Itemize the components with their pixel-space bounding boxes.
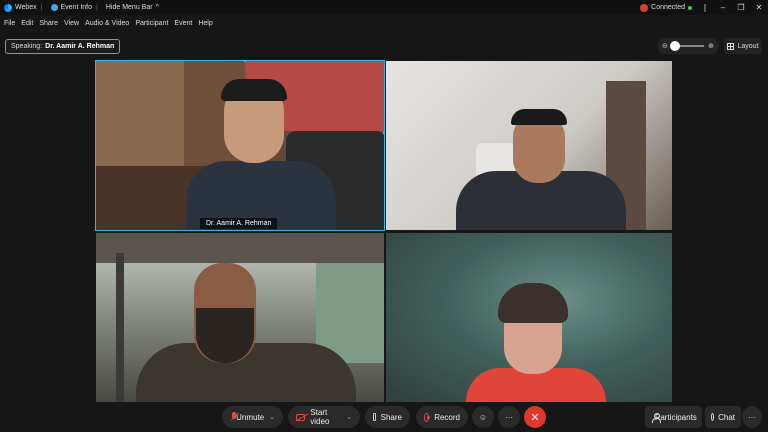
video-zoom-control: ⊖ ⊕ <box>657 38 719 54</box>
speaking-name: Dr. Aamir A. Rehman <box>45 43 115 50</box>
participant-hair <box>511 109 567 125</box>
window-blind <box>96 233 384 263</box>
app-name: Webex <box>15 4 37 11</box>
reactions-button[interactable]: ☺ <box>472 406 494 428</box>
more-panels-button[interactable]: ··· <box>742 406 762 428</box>
zoom-slider[interactable] <box>669 41 705 51</box>
title-bar: Webex | Event Info | Hide Menu Bar ^ Con… <box>0 0 768 15</box>
video-tile-active-speaker[interactable]: Dr. Aamir A. Rehman <box>95 60 385 231</box>
event-info-label: Event Info <box>60 4 93 11</box>
hide-menu-bar-label: Hide Menu Bar <box>105 4 153 11</box>
menu-share[interactable]: Share <box>39 20 58 27</box>
menu-file[interactable]: File <box>4 20 15 27</box>
more-options-label: ··· <box>505 412 513 422</box>
speaker-hair <box>221 79 287 101</box>
start-video-button[interactable]: Start video ⌄ <box>288 406 360 428</box>
menu-event[interactable]: Event <box>174 20 192 27</box>
window-frame <box>116 253 124 402</box>
connected-dot-icon <box>688 5 692 10</box>
start-video-label: Start video <box>310 408 330 426</box>
menu-bar: File Edit Share View Audio & Video Parti… <box>0 16 215 30</box>
window-controls: Connected ❘ – ❐ ✕ <box>640 0 764 15</box>
chat-button[interactable]: Chat <box>705 406 741 428</box>
menu-view[interactable]: View <box>64 20 79 27</box>
close-window-icon[interactable]: ✕ <box>754 3 764 12</box>
minimize-icon[interactable]: – <box>718 3 728 12</box>
speaking-label: Speaking: <box>11 43 43 50</box>
share-button[interactable]: Share <box>365 406 410 428</box>
webex-logo-icon <box>4 3 12 12</box>
record-icon <box>424 412 431 422</box>
participant-hair <box>498 283 568 323</box>
title-separator: | <box>40 4 43 11</box>
unmute-button[interactable]: Unmute ⌄ <box>222 406 283 428</box>
recording-indicator-icon <box>640 3 649 12</box>
record-label: Record <box>434 412 460 422</box>
video-name-tag: Dr. Aamir A. Rehman <box>200 218 278 229</box>
chat-icon <box>711 413 715 421</box>
info-icon <box>50 4 58 11</box>
info-divider-icon: ❘ <box>701 3 709 12</box>
zoom-slider-handle[interactable] <box>669 41 680 51</box>
speaking-indicator: Speaking: Dr. Aamir A. Rehman <box>5 39 121 54</box>
connection-status[interactable]: Connected <box>640 3 692 12</box>
video-tile-participant-2[interactable] <box>386 61 672 230</box>
chevron-up-icon: ^ <box>155 4 159 11</box>
chevron-down-icon[interactable]: ⌄ <box>269 413 275 421</box>
close-icon: ✕ <box>530 411 540 424</box>
grid-layout-icon <box>727 42 735 50</box>
hide-menu-bar-button[interactable]: Hide Menu Bar ^ <box>106 4 159 11</box>
restore-icon[interactable]: ❐ <box>736 3 746 12</box>
participants-button[interactable]: Participants <box>645 406 702 428</box>
leave-meeting-button[interactable]: ✕ <box>524 406 546 428</box>
layout-button[interactable]: Layout <box>724 38 762 54</box>
more-panels-label: ··· <box>748 412 756 422</box>
chevron-down-icon[interactable]: ⌄ <box>346 413 352 421</box>
share-label: Share <box>380 412 402 422</box>
title-separator: | <box>96 4 98 11</box>
video-tile-participant-3[interactable] <box>96 233 384 402</box>
zoom-out-icon[interactable]: ⊖ <box>662 42 668 50</box>
microphone-muted-icon <box>230 412 237 422</box>
layout-label: Layout <box>737 42 759 50</box>
emoji-reaction-icon: ☺ <box>478 412 488 422</box>
app-brand: Webex <box>4 3 37 12</box>
camera-off-icon <box>296 413 306 421</box>
share-screen-icon <box>373 413 376 421</box>
unmute-label: Unmute <box>236 412 265 422</box>
menu-help[interactable]: Help <box>198 20 212 27</box>
video-tile-participant-4[interactable] <box>386 233 672 402</box>
participant-beard <box>196 308 254 363</box>
menu-participant[interactable]: Participant <box>135 20 168 27</box>
more-options-button[interactable]: ··· <box>498 406 520 428</box>
chat-label: Chat <box>718 412 735 422</box>
connection-status-label: Connected <box>651 4 685 11</box>
menu-edit[interactable]: Edit <box>21 20 33 27</box>
participants-label: Participants <box>655 412 697 422</box>
menu-audio-video[interactable]: Audio & Video <box>85 20 129 27</box>
zoom-in-icon[interactable]: ⊕ <box>708 42 714 50</box>
record-button[interactable]: Record <box>416 406 468 428</box>
event-info-button[interactable]: Event Info <box>50 4 93 11</box>
